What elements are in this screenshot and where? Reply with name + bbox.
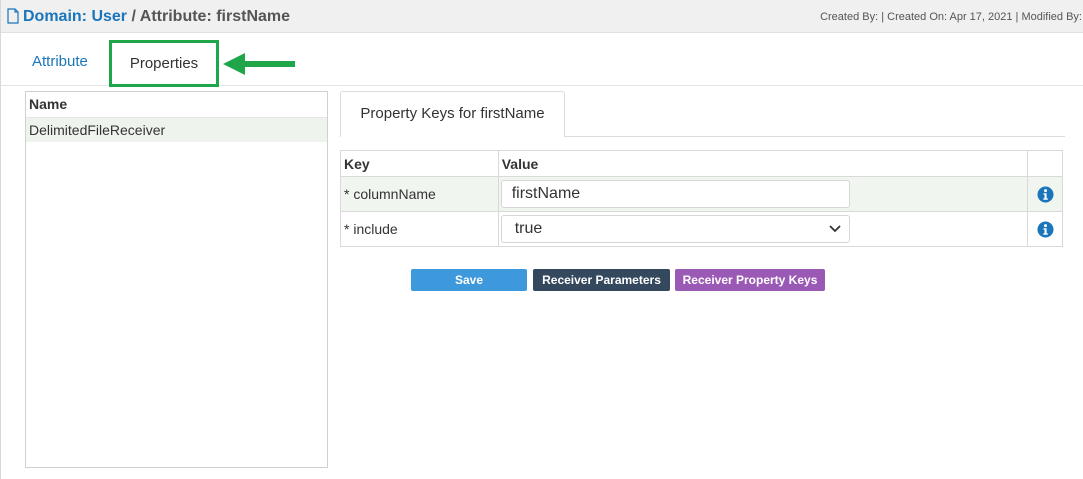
table-header-row: Key Value [340,150,1063,177]
include-select[interactable]: true [500,215,850,243]
tab-property-keys[interactable]: Property Keys for firstName [340,91,565,137]
receiver-property-keys-button[interactable]: Receiver Property Keys [675,269,825,291]
domain-breadcrumb-link[interactable]: Domain: User [23,8,127,25]
save-button[interactable]: Save [411,269,527,291]
main-tabs: Attribute Properties [1,40,1083,87]
sub-tab-divider [565,136,1065,137]
list-item[interactable]: DelimitedFileReceiver [26,118,327,142]
table-row: * include true [340,211,1063,247]
column-name-input[interactable]: firstName [500,180,850,208]
table-row: * columnName firstName [340,176,1063,212]
page: Domain: User / Attribute: firstName Crea… [0,0,1083,479]
attribute-breadcrumb: Attribute: firstName [139,8,291,25]
name-column-header: Name [26,92,327,118]
page-header: Domain: User / Attribute: firstName Crea… [1,0,1083,33]
value-column-header: Value [497,150,1029,177]
arrow-left-icon [223,53,295,75]
include-select-value: true [514,220,543,237]
receiver-list-panel: Name DelimitedFileReceiver [25,91,328,468]
breadcrumb-separator: / [127,8,140,25]
tab-attribute[interactable]: Attribute [32,53,88,70]
page-title: Domain: User / Attribute: firstName [23,7,290,27]
receiver-parameters-button[interactable]: Receiver Parameters [533,269,670,291]
property-keys-table: Key Value * columnName firstName * inclu… [340,150,1063,247]
record-meta: Created By: | Created On: Apr 17, 2021 |… [820,11,1082,23]
tab-properties[interactable]: Properties [109,40,219,87]
property-value-cell: firstName [497,176,1029,212]
info-cell [1027,211,1063,247]
property-key: * include [340,211,499,247]
info-cell [1027,176,1063,212]
info-icon[interactable] [1037,221,1054,238]
property-value-cell: true [497,211,1029,247]
document-icon [7,8,19,24]
info-column-header [1027,150,1063,177]
key-column-header: Key [340,150,499,177]
info-icon[interactable] [1037,186,1054,203]
property-key: * columnName [340,176,499,212]
chevron-down-icon [829,225,841,233]
